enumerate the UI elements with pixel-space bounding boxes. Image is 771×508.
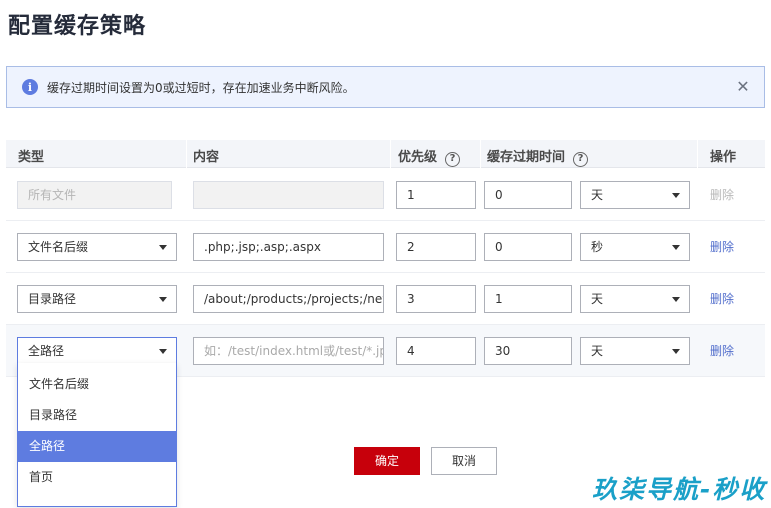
type-select[interactable]: 全路径 (17, 337, 177, 365)
content-input (193, 181, 384, 209)
header-expire: 缓存过期时间? (487, 146, 589, 167)
unit-select[interactable]: 天 (580, 285, 690, 313)
dropdown-option[interactable]: 文件名后缀 (18, 369, 176, 400)
content-input[interactable]: 如：/test/index.html或/test/*.jpg (193, 337, 384, 365)
chevron-down-icon (159, 349, 167, 354)
unit-select[interactable]: 秒 (580, 233, 690, 261)
table-header: 类型 内容 优先级? 缓存过期时间? 操作 (6, 140, 765, 168)
unit-value: 秒 (591, 240, 604, 254)
dropdown-option[interactable]: 首页 (18, 462, 176, 493)
type-select[interactable]: 文件名后缀 (17, 233, 177, 261)
expire-input[interactable]: 30 (484, 337, 572, 365)
header-type: 类型 (18, 150, 45, 165)
priority-input[interactable]: 2 (396, 233, 476, 261)
type-select: 所有文件 (17, 181, 172, 209)
chevron-down-icon (672, 349, 680, 354)
unit-value: 天 (591, 344, 604, 358)
unit-value: 天 (591, 292, 604, 306)
type-dropdown-menu: 文件名后缀 目录路径 全路径 首页 (17, 363, 177, 507)
priority-input[interactable]: 1 (396, 181, 476, 209)
content-input[interactable]: .php;.jsp;.asp;.aspx (193, 233, 384, 261)
unit-select[interactable]: 天 (580, 181, 690, 209)
close-icon[interactable]: ✕ (735, 79, 751, 95)
type-value: 文件名后缀 (28, 240, 89, 254)
type-value: 全路径 (28, 344, 65, 358)
dropdown-option[interactable]: 全路径 (18, 431, 176, 462)
table-row: 文件名后缀 .php;.jsp;.asp;.aspx 2 0 秒 删除 (6, 221, 765, 273)
confirm-button[interactable]: 确定 (354, 447, 420, 475)
chevron-down-icon (672, 193, 680, 198)
chevron-down-icon (159, 245, 167, 250)
cancel-button[interactable]: 取消 (431, 447, 497, 475)
delete-link[interactable]: 删除 (710, 342, 734, 359)
table-row: 所有文件 1 0 天 删除 (6, 169, 765, 221)
chevron-down-icon (159, 297, 167, 302)
alert-message: 缓存过期时间设置为0或过短时，存在加速业务中断风险。 (47, 80, 355, 95)
priority-input[interactable]: 3 (396, 285, 476, 313)
table-row: 目录路径 /about;/products;/projects;/news 3 … (6, 273, 765, 325)
page-title: 配置缓存策略 (8, 14, 147, 39)
type-value: 目录路径 (28, 292, 77, 306)
help-icon[interactable]: ? (445, 152, 461, 167)
help-icon[interactable]: ? (573, 152, 589, 167)
unit-select[interactable]: 天 (580, 337, 690, 365)
type-select[interactable]: 目录路径 (17, 285, 177, 313)
header-content: 内容 (193, 150, 220, 165)
delete-link: 删除 (710, 188, 735, 202)
expire-input[interactable]: 1 (484, 285, 572, 313)
watermark: 玖柒导航-秒收 (592, 475, 767, 504)
expire-input[interactable]: 0 (484, 181, 572, 209)
expire-input[interactable]: 0 (484, 233, 572, 261)
dropdown-option[interactable]: 目录路径 (18, 400, 176, 431)
delete-link[interactable]: 删除 (710, 290, 734, 307)
alert-banner: i 缓存过期时间设置为0或过短时，存在加速业务中断风险。 ✕ (6, 66, 765, 108)
chevron-down-icon (672, 245, 680, 250)
priority-input[interactable]: 4 (396, 337, 476, 365)
info-icon: i (22, 79, 38, 95)
unit-value: 天 (591, 188, 604, 202)
delete-link[interactable]: 删除 (710, 238, 734, 255)
header-ops: 操作 (710, 150, 737, 165)
header-priority: 优先级? (398, 146, 461, 167)
chevron-down-icon (672, 297, 680, 302)
content-input[interactable]: /about;/products;/projects;/news (193, 285, 384, 313)
